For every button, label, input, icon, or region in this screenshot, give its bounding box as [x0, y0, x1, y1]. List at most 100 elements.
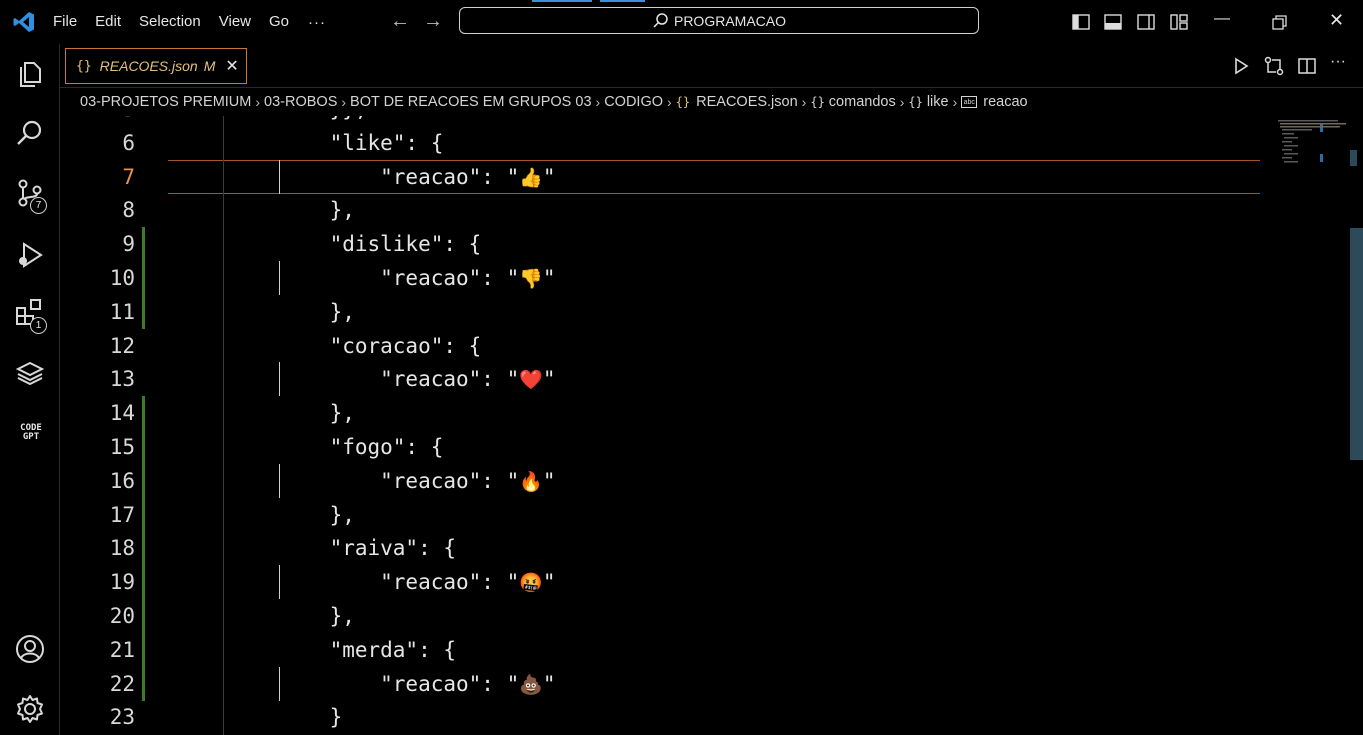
code-line: 11 }, [60, 295, 1260, 329]
source-control-badge: 7 [30, 197, 47, 214]
breadcrumb-item[interactable]: reacao [983, 94, 1027, 110]
menu-go[interactable]: Go [260, 0, 298, 44]
close-tab-icon[interactable]: ✕ [225, 56, 238, 76]
line-number: 9 [122, 232, 135, 257]
line-number: 7 [122, 164, 135, 189]
command-center-search[interactable]: PROGRAMACAO [459, 7, 979, 34]
menu-edit[interactable]: Edit [86, 0, 130, 44]
code-line: 5 }}, [60, 116, 1260, 126]
code-token: "raiva": { [279, 536, 457, 561]
code-text: "like": { [279, 126, 444, 160]
tab-label: REACOES.json [99, 58, 198, 74]
code-token: }, [279, 299, 355, 324]
more-actions-icon[interactable]: ··· [1330, 53, 1346, 71]
line-number: 23 [109, 705, 135, 730]
breadcrumb-item[interactable]: like [927, 94, 949, 110]
code-token: "reacao": " [279, 367, 520, 392]
code-text: "reacao": "💩" [279, 667, 556, 702]
menu-view[interactable]: View [210, 0, 260, 44]
restore-icon[interactable] [1270, 13, 1290, 33]
line-number: 8 [122, 198, 135, 223]
forward-arrow-icon[interactable]: → [423, 10, 443, 33]
menu-more-button[interactable]: ··· [298, 14, 336, 31]
code-token: }, [279, 502, 355, 527]
chevron-right-icon: › [341, 94, 347, 110]
code-text: "reacao": "❤️" [279, 362, 555, 397]
explorer-icon[interactable] [15, 58, 45, 88]
breadcrumb-item[interactable]: comandos [829, 94, 896, 110]
customize-layout-icon[interactable] [1169, 12, 1189, 32]
line-number: 10 [109, 266, 135, 290]
chevron-right-icon: › [595, 94, 601, 110]
search-icon[interactable] [15, 118, 45, 148]
vertical-scrollbar[interactable] [1350, 228, 1363, 460]
minimap[interactable] [1278, 118, 1346, 168]
emoji-value: 👎 [519, 268, 543, 290]
extensions-button[interactable]: 1 [15, 298, 47, 334]
code-line: 8 }, [60, 193, 1260, 227]
code-line: 23 } [60, 700, 1260, 734]
code-line: 13 "reacao": "❤️" [60, 362, 1260, 396]
extensions-badge: 1 [30, 317, 47, 334]
minimize-icon[interactable]: — [1214, 10, 1230, 28]
code-line: 6 "like": { [60, 126, 1260, 160]
code-token: "fogo": { [279, 435, 444, 459]
settings-gear-icon[interactable] [15, 694, 45, 724]
open-changes-icon[interactable] [1263, 56, 1285, 76]
toggle-secondary-sidebar-icon[interactable] [1136, 12, 1156, 32]
title-accent-line [600, 0, 645, 2]
code-text: }}, [279, 116, 368, 126]
line-number: 17 [109, 502, 135, 527]
line-number: 14 [109, 401, 135, 426]
json-file-icon: {} [675, 95, 691, 109]
code-token: " [542, 671, 556, 696]
menu-bar: File Edit Selection View Go ··· [44, 0, 336, 44]
code-text: "reacao": "👍" [279, 160, 556, 195]
chevron-right-icon: › [255, 94, 261, 110]
line-number: 18 [109, 536, 135, 561]
menu-selection[interactable]: Selection [130, 0, 210, 44]
close-window-icon[interactable]: ✕ [1329, 10, 1344, 31]
back-arrow-icon[interactable]: ← [390, 10, 410, 33]
code-text: "reacao": "🔥" [279, 464, 555, 499]
code-token: "merda": { [279, 637, 457, 662]
breadcrumb-item[interactable]: 03-ROBOS [264, 94, 337, 110]
codegpt-button[interactable]: CODE GPT [14, 424, 48, 442]
code-text: }, [279, 295, 355, 329]
emoji-value: 👍 [519, 166, 543, 189]
code-text: "raiva": { [279, 531, 456, 565]
chevron-right-icon: › [801, 94, 807, 110]
code-editor[interactable]: 5 }},6 "like": {7 "reacao": "👍"8 },9 "di… [60, 116, 1363, 735]
line-number: 19 [109, 570, 135, 595]
chevron-right-icon: › [667, 94, 672, 110]
modified-indicator: M [203, 58, 216, 74]
tab-reacoes-json[interactable]: {} REACOES.json M ✕ [65, 48, 247, 84]
split-editor-icon[interactable] [1297, 56, 1317, 76]
code-token: }, [279, 604, 355, 628]
code-line: 20 }, [60, 599, 1260, 633]
breadcrumb-item[interactable]: BOT DE REACOES EM GRUPOS 03 [350, 94, 591, 110]
code-token: "like": { [279, 130, 444, 155]
run-file-icon[interactable] [1231, 56, 1251, 76]
source-control-button[interactable]: 7 [15, 178, 47, 214]
toggle-panel-icon[interactable] [1103, 12, 1123, 32]
code-text: "fogo": { [279, 430, 444, 464]
menu-file[interactable]: File [44, 0, 86, 44]
code-line: 14 }, [60, 396, 1260, 430]
vscode-logo-icon [13, 12, 34, 32]
code-token: "dislike": { [279, 232, 482, 257]
account-icon[interactable] [15, 634, 45, 664]
breadcrumb-item[interactable]: REACOES.json [696, 94, 798, 110]
code-text: "reacao": "🤬" [279, 565, 555, 600]
breadcrumb-item[interactable]: 03-PROJETOS PREMIUM [80, 94, 251, 110]
line-number: 16 [109, 468, 135, 493]
chevron-right-icon: › [952, 94, 958, 110]
tab-bar: {} REACOES.json M ✕ ··· [60, 44, 1363, 88]
line-number: 21 [109, 637, 135, 662]
layers-icon[interactable] [15, 358, 45, 388]
run-and-debug-icon[interactable] [15, 240, 45, 270]
search-icon [653, 12, 668, 28]
toggle-primary-sidebar-icon[interactable] [1071, 12, 1091, 32]
breadcrumb-item[interactable]: CODIGO [604, 94, 663, 110]
code-token: " [542, 164, 556, 189]
